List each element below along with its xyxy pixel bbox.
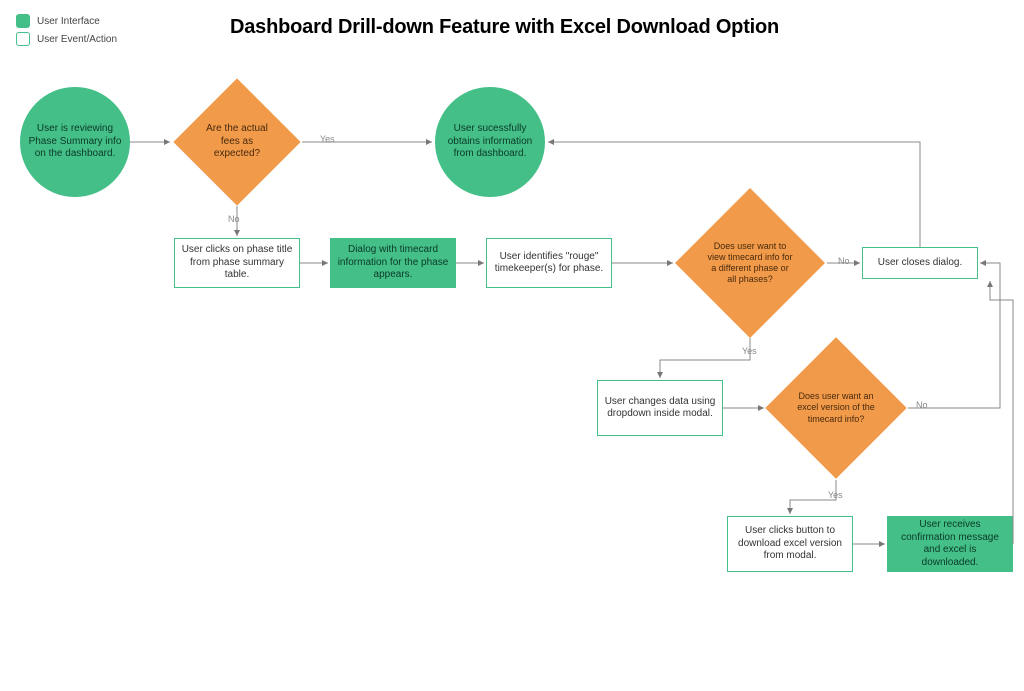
node-change-data: User changes data using dropdown inside … xyxy=(597,380,723,436)
node-decision-excel-label: Does user want an excel version of the t… xyxy=(792,360,880,456)
node-close-dialog: User closes dialog. xyxy=(862,247,978,279)
edge-label-yes2: Yes xyxy=(742,346,757,356)
legend-label-event: User Event/Action xyxy=(37,34,117,45)
edge-label-no3: No xyxy=(916,400,928,410)
legend-row-event: User Event/Action xyxy=(16,32,117,46)
legend-swatch-ui xyxy=(16,14,30,28)
node-success: User sucessfully obtains information fro… xyxy=(435,87,545,197)
edge-label-no1: No xyxy=(228,214,240,224)
node-download-click: User clicks button to download excel ver… xyxy=(727,516,853,572)
edge-label-no2: No xyxy=(838,256,850,266)
node-decision-fees: Are the actual fees as expected? xyxy=(173,78,300,205)
node-decision-excel: Does user want an excel version of the t… xyxy=(765,337,906,478)
page-title: Dashboard Drill-down Feature with Excel … xyxy=(230,16,779,39)
legend-row-ui: User Interface xyxy=(16,14,117,28)
legend: User Interface User Event/Action xyxy=(16,14,117,50)
node-decision-fees-label: Are the actual fees as expected? xyxy=(198,99,276,185)
flowchart: Dashboard Drill-down Feature with Excel … xyxy=(0,0,1024,691)
node-dialog-appears: Dialog with timecard information for the… xyxy=(330,238,456,288)
node-confirm-download: User receives confirmation message and e… xyxy=(887,516,1013,572)
legend-label-ui: User Interface xyxy=(37,16,100,27)
node-start: User is reviewing Phase Summary info on … xyxy=(20,87,130,197)
node-identify-rouge: User identifies "rouge" timekeeper(s) fo… xyxy=(486,238,612,288)
legend-swatch-event xyxy=(16,32,30,46)
edge-label-yes3: Yes xyxy=(828,490,843,500)
node-click-title: User clicks on phase title from phase su… xyxy=(174,238,300,288)
node-decision-other-phase: Does user want to view timecard info for… xyxy=(675,188,825,338)
node-decision-other-phase-label: Does user want to view timecard info for… xyxy=(703,212,797,314)
edge-label-yes1: Yes xyxy=(320,134,335,144)
